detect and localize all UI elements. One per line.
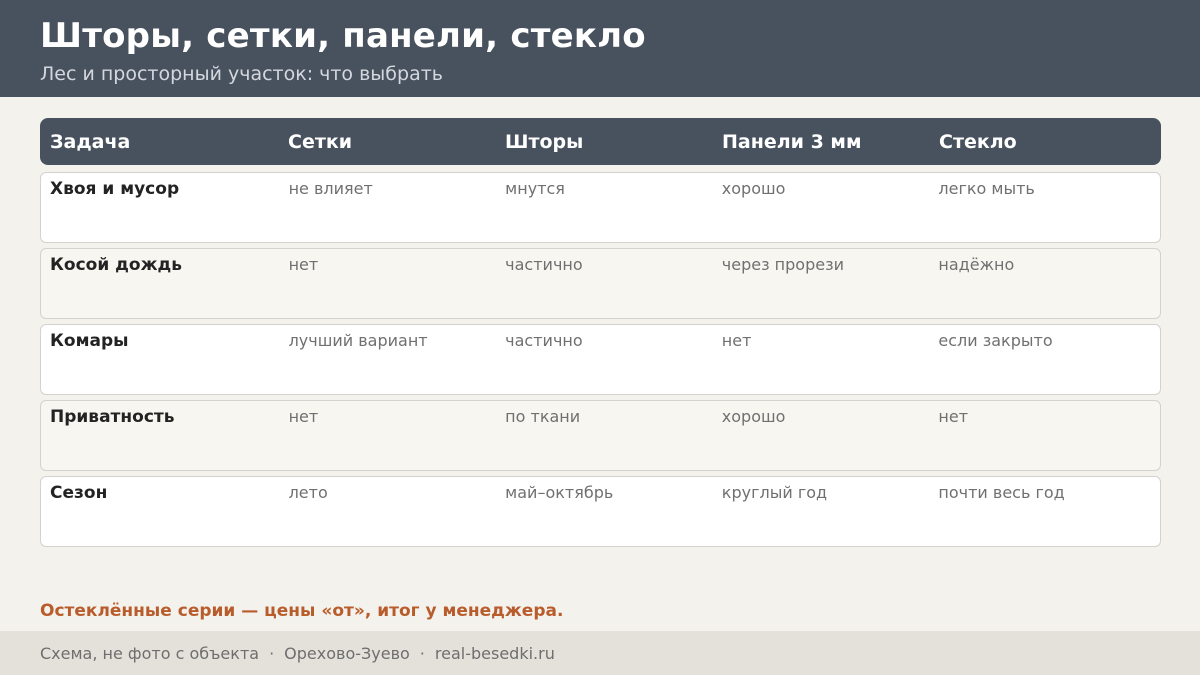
footer-separator: · (419, 643, 425, 663)
cell-panels: хорошо (721, 407, 786, 426)
cell-panels: нет (721, 331, 752, 350)
cell-curtains: мнутся (505, 179, 565, 198)
table-row: Комары лучший вариант частично нет если … (40, 324, 1161, 395)
row-task: Сезон (50, 483, 108, 503)
page-header: Шторы, сетки, панели, стекло Лес и прост… (0, 0, 1200, 97)
column-header-curtains: Шторы (505, 130, 584, 153)
page: Шторы, сетки, панели, стекло Лес и прост… (0, 0, 1200, 675)
row-task: Комары (50, 331, 129, 351)
cell-panels: круглый год (721, 483, 828, 502)
table-row: Сезон лето май–октябрь круглый год почти… (40, 476, 1161, 547)
footer-separator: · (269, 643, 275, 663)
page-title: Шторы, сетки, панели, стекло (40, 16, 646, 56)
cell-nets: лето (288, 483, 328, 502)
cell-nets: нет (288, 255, 319, 274)
cell-nets: лучший вариант (288, 331, 428, 350)
column-header-panels: Панели 3 мм (722, 130, 862, 153)
price-note: Остеклённые серии — цены «от», итог у ме… (40, 601, 564, 621)
row-task: Хвоя и мусор (50, 179, 180, 199)
cell-curtains: по ткани (505, 407, 581, 426)
cell-curtains: частично (505, 255, 583, 274)
footer-disclaimer: Схема, не фото с объекта (40, 643, 260, 663)
cell-curtains: май–октябрь (505, 483, 614, 502)
cell-glass: легко мыть (938, 179, 1035, 198)
page-subtitle: Лес и просторный участок: что выбрать (40, 63, 443, 85)
page-footer: Схема, не фото с объекта · Орехово-Зуево… (0, 631, 1200, 675)
column-header-nets: Сетки (288, 130, 353, 153)
cell-glass: надёжно (938, 255, 1015, 274)
table-header-row: Задача Сетки Шторы Панели 3 мм Стекло (40, 118, 1161, 165)
cell-glass: почти весь год (938, 483, 1065, 502)
row-task: Косой дождь (50, 255, 182, 275)
footer-city: Орехово-Зуево (284, 643, 410, 663)
row-task: Приватность (50, 407, 175, 427)
cell-glass: нет (938, 407, 969, 426)
footer-site-link[interactable]: real-besedki.ru (435, 644, 555, 663)
cell-panels: хорошо (721, 179, 786, 198)
cell-nets: не влияет (288, 179, 373, 198)
table-row: Хвоя и мусор не влияет мнутся хорошо лег… (40, 172, 1161, 243)
column-header-task: Задача (50, 130, 131, 153)
table-row: Косой дождь нет частично через прорези н… (40, 248, 1161, 319)
cell-nets: нет (288, 407, 319, 426)
column-header-glass: Стекло (939, 130, 1017, 153)
cell-glass: если закрыто (938, 331, 1053, 350)
comparison-table: Задача Сетки Шторы Панели 3 мм Стекло Хв… (40, 118, 1161, 547)
cell-panels: через прорези (721, 255, 844, 274)
table-row: Приватность нет по ткани хорошо нет (40, 400, 1161, 471)
cell-curtains: частично (505, 331, 583, 350)
